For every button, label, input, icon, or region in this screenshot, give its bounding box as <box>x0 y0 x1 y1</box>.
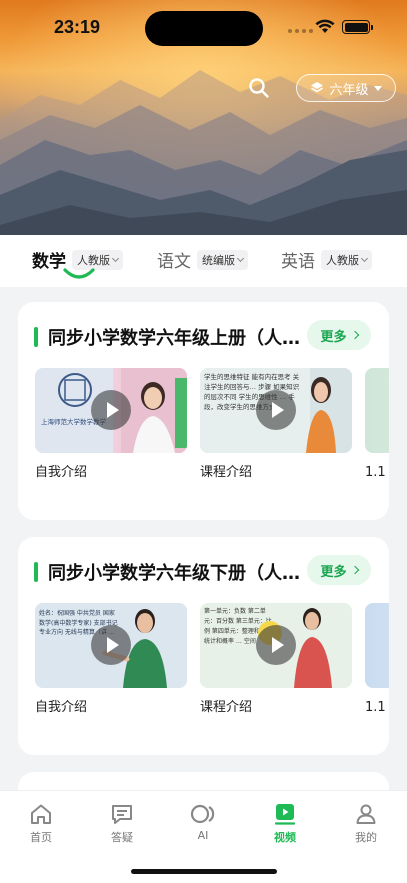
video-item[interactable]: 1.1 负 <box>365 603 389 715</box>
battery-icon <box>342 20 373 34</box>
chevron-right-icon <box>350 565 359 575</box>
video-item[interactable]: 1.1 分 <box>365 368 389 480</box>
section-title: 同步小学数学六年级下册（人... <box>48 563 300 584</box>
tab-video[interactable]: 视频 <box>255 801 315 845</box>
signal-icon <box>288 29 313 33</box>
more-label: 更多 <box>320 329 347 345</box>
tab-english-label: 英语 <box>281 252 315 272</box>
video-title: 1.1 负 <box>365 700 389 715</box>
video-title: 自我介绍 <box>35 465 88 480</box>
video-title: 自我介绍 <box>35 700 88 715</box>
video-title: 1.1 分 <box>365 465 389 480</box>
more-button[interactable]: 更多 <box>307 320 371 350</box>
section-header: 同步小学数学六年级上册（人... 更多 <box>18 320 389 354</box>
tab-label: 视频 <box>274 831 296 844</box>
video-thumbnail[interactable]: 上海师范大学数学教学 <box>35 368 187 453</box>
edition-label: 人教版 <box>326 253 359 267</box>
video-title: 课程介绍 <box>200 700 253 715</box>
section-header: 同步小学数学六年级下册（人... 更多 <box>18 555 389 589</box>
grade-selector[interactable]: 六年级 <box>296 74 396 102</box>
ai-icon <box>190 804 215 824</box>
tab-home[interactable]: 首页 <box>11 801 71 845</box>
hero-banner: 23:19 六年级 <box>0 0 407 235</box>
tab-label: AI <box>197 829 209 842</box>
tab-chinese[interactable]: 语文 统编版 <box>157 247 248 272</box>
more-label: 更多 <box>320 564 347 580</box>
tab-label: 我的 <box>355 831 377 844</box>
layers-icon <box>311 82 324 93</box>
tab-me[interactable]: 我的 <box>336 801 396 845</box>
video-item[interactable]: 第一单元：负数 第二单元：百分数 第三单元：比例 第四单元：整理和复习 统计和概… <box>200 603 352 715</box>
section-accent-bar <box>34 562 38 582</box>
edition-selector-english[interactable]: 人教版 <box>321 249 372 270</box>
grade-label: 六年级 <box>329 82 369 98</box>
chevron-down-icon <box>236 254 245 262</box>
status-bar: 23:19 <box>0 0 407 52</box>
chat-icon <box>112 805 132 824</box>
home-indicator <box>131 869 277 874</box>
video-item[interactable]: 姓名：祝国强 中共党员 国家数学(高中数学专家) 支部书记 专业方向 无线与精算… <box>35 603 187 715</box>
tab-label: 答疑 <box>111 831 133 844</box>
play-icon <box>91 390 131 430</box>
video-thumbnail[interactable]: 第一单元：负数 第二单元：百分数 第三单元：比例 第四单元：整理和复习 统计和概… <box>200 603 352 688</box>
edition-selector-chinese[interactable]: 统编版 <box>197 249 248 270</box>
play-icon <box>256 390 296 430</box>
search-icon <box>249 78 269 98</box>
video-title: 课程介绍 <box>200 465 253 480</box>
tab-english[interactable]: 英语 人教版 <box>281 247 372 272</box>
dynamic-island <box>145 11 263 46</box>
status-time: 23:19 <box>54 17 101 37</box>
video-carousel[interactable]: 姓名：祝国强 中共党员 国家数学(高中数学专家) 支部书记 专业方向 无线与精算… <box>35 603 389 723</box>
course-section-card: 同步小学数学六年级上册（人... 更多 上海师范大学数学教学 自我介绍 学生的思… <box>18 302 389 520</box>
active-tab-indicator <box>63 268 95 279</box>
chevron-right-icon <box>350 330 359 340</box>
video-thumbnail[interactable] <box>365 603 389 688</box>
more-button[interactable]: 更多 <box>307 555 371 585</box>
wifi-icon <box>315 19 335 33</box>
section-accent-bar <box>34 327 38 347</box>
video-thumbnail[interactable] <box>365 368 389 453</box>
home-icon <box>31 804 51 824</box>
video-icon <box>274 804 296 825</box>
edition-label: 统编版 <box>202 253 235 267</box>
tab-chinese-label: 语文 <box>157 252 191 272</box>
tab-label: 首页 <box>30 831 52 844</box>
chevron-down-icon <box>373 85 382 91</box>
chevron-down-icon <box>111 254 120 262</box>
video-thumbnail[interactable]: 姓名：祝国强 中共党员 国家数学(高中数学专家) 支部书记 专业方向 无线与精算… <box>35 603 187 688</box>
user-icon <box>356 804 376 824</box>
video-thumbnail[interactable]: 学生的思维特征 能有内在思考 关注学生的回答与… 步骤 如果知识的层次不同 学生… <box>200 368 352 453</box>
video-item[interactable]: 上海师范大学数学教学 自我介绍 <box>35 368 187 480</box>
tab-ai[interactable]: AI <box>173 801 233 842</box>
chevron-down-icon <box>360 254 369 262</box>
tab-math-label: 数学 <box>32 252 66 272</box>
tab-qa[interactable]: 答疑 <box>92 801 152 845</box>
play-icon <box>91 625 131 665</box>
video-carousel[interactable]: 上海师范大学数学教学 自我介绍 学生的思维特征 能有内在思考 关注学生的回答与…… <box>35 368 389 488</box>
section-title: 同步小学数学六年级上册（人... <box>48 328 300 349</box>
video-item[interactable]: 学生的思维特征 能有内在思考 关注学生的回答与… 步骤 如果知识的层次不同 学生… <box>200 368 352 480</box>
search-button[interactable] <box>247 76 271 100</box>
play-icon <box>256 625 296 665</box>
course-section-card: 同步小学数学六年级下册（人... 更多 姓名：祝国强 中共党员 国家数学(高中数… <box>18 537 389 755</box>
